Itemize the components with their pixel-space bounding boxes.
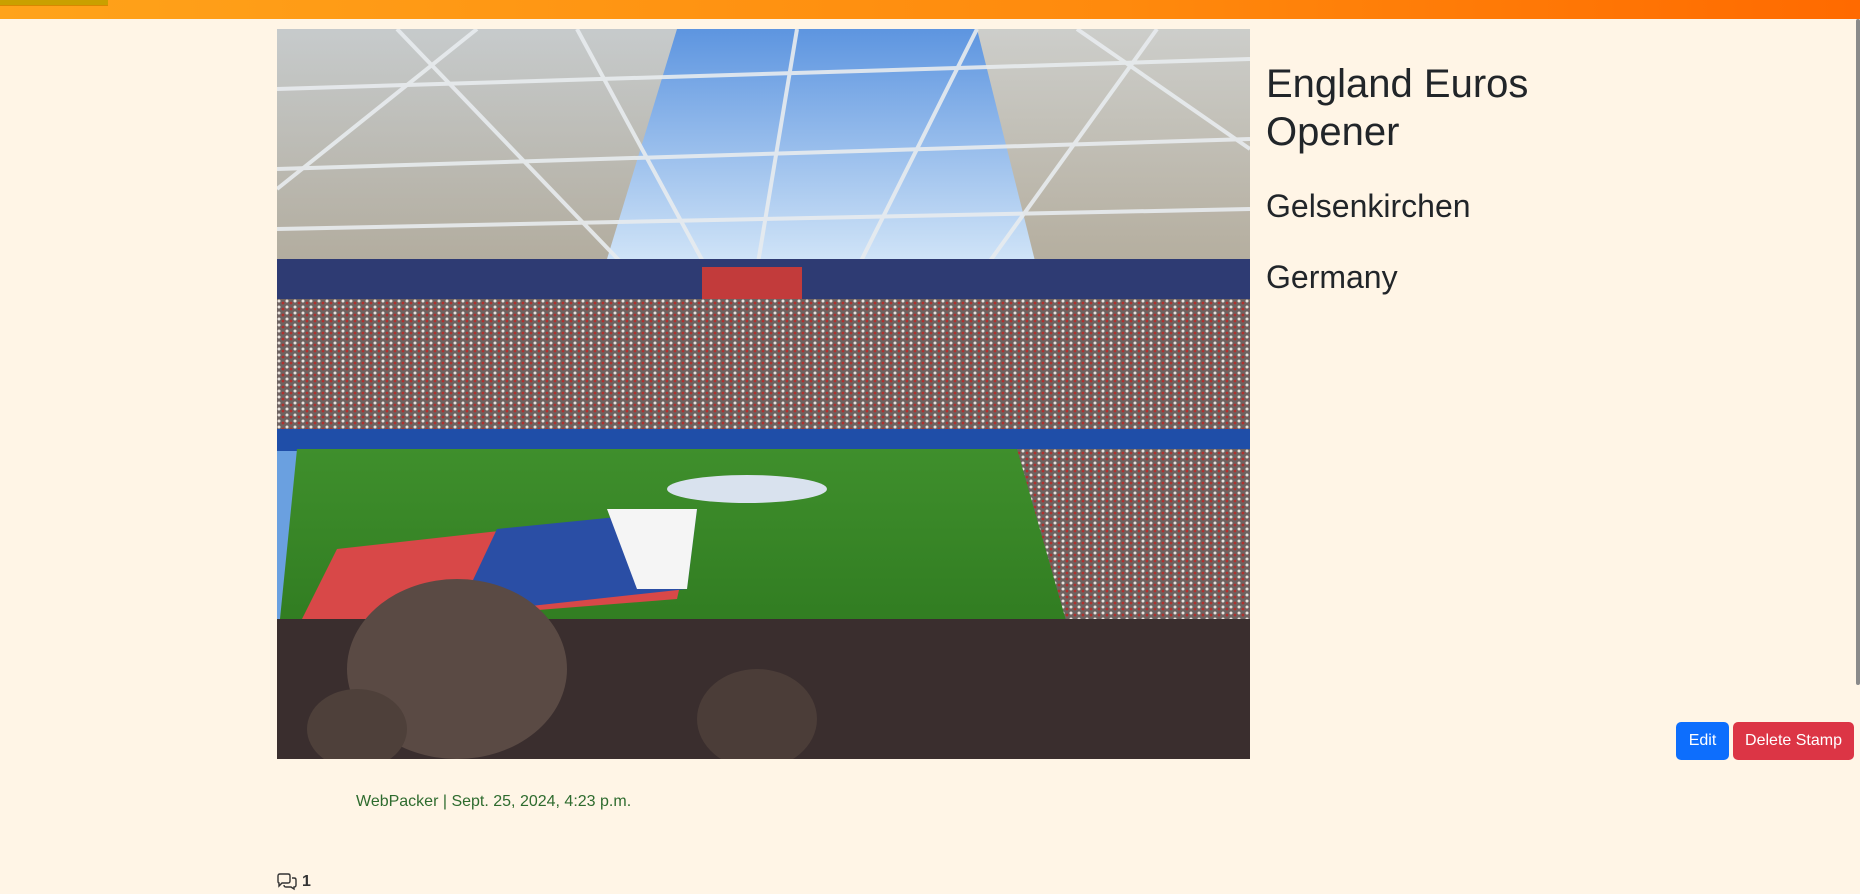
meta-separator: | (438, 793, 452, 810)
comments-icon (277, 873, 297, 891)
edit-button[interactable]: Edit (1676, 722, 1729, 760)
stamp-city: Gelsenkirchen (1266, 188, 1471, 224)
top-navbar (0, 0, 1860, 19)
comment-count-value: 1 (302, 873, 311, 890)
stadium-image (277, 29, 1250, 759)
stamp-details: England Euros Opener Gelsenkirchen Germa… (1266, 60, 1666, 297)
author-link[interactable]: WebPacker (356, 793, 438, 810)
stamp-meta: WebPacker | Sept. 25, 2024, 4:23 p.m. (356, 793, 631, 811)
stamp-photo (277, 29, 1250, 759)
site-logo[interactable] (0, 0, 108, 6)
stamp-title: England Euros Opener (1266, 62, 1529, 154)
comment-count[interactable]: 1 (276, 873, 311, 891)
stamp-country: Germany (1266, 259, 1398, 295)
delete-stamp-button[interactable]: Delete Stamp (1733, 722, 1854, 760)
posted-date: Sept. 25, 2024, 4:23 p.m. (451, 793, 632, 810)
page-scrollbar[interactable] (1856, 19, 1860, 685)
